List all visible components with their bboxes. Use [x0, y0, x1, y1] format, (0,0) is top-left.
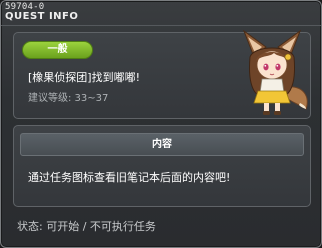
quest-content-panel: 内容 通过任务图标查看旧笔记本后面的内容吧! — [13, 125, 311, 207]
title-divider — [1, 25, 321, 26]
quest-summary-panel: 一般 [橡果侦探团]找到嘟嘟! 建议等级: 33~37 — [13, 29, 311, 119]
quest-category-badge: 一般 — [22, 41, 93, 59]
quest-name: [橡果侦探团]找到嘟嘟! — [28, 71, 140, 84]
quest-info-window: 59704-0 QUEST INFO 一般 [橡果侦探团]找到嘟嘟! 建议等级:… — [0, 0, 322, 248]
quest-recommended-level: 建议等级: 33~37 — [28, 93, 109, 104]
content-header: 内容 — [20, 133, 304, 156]
window-title: QUEST INFO — [5, 11, 79, 22]
quest-status: 状态: 可开始 / 不可执行任务 — [17, 220, 156, 233]
content-description: 通过任务图标查看旧笔记本后面的内容吧! — [28, 171, 231, 184]
npc-portrait-icon — [242, 29, 308, 115]
